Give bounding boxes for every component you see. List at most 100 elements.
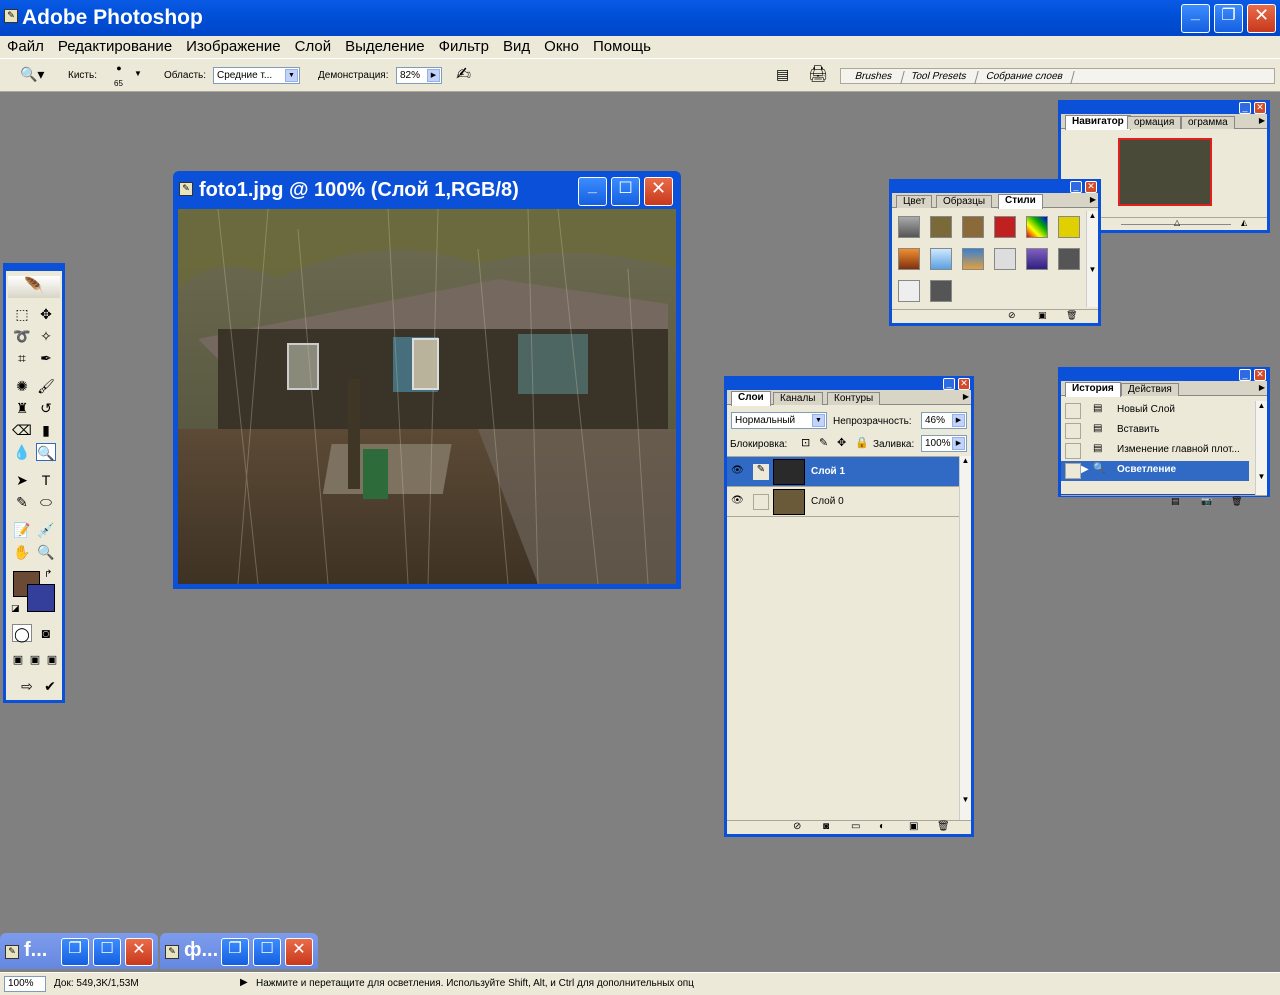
style-swatch[interactable]	[898, 280, 920, 302]
restore-button[interactable]: ❐	[61, 938, 89, 966]
trash-icon[interactable]: 🗑	[1066, 310, 1077, 321]
history-minimize-button[interactable]: _	[1239, 369, 1251, 381]
style-swatch[interactable]	[898, 248, 920, 270]
layer-row[interactable]: 👁 Слой 0	[727, 487, 959, 517]
snapshot-icon[interactable]: 📷	[1201, 496, 1212, 507]
close-button[interactable]: ✕	[285, 938, 313, 966]
navigator-preview[interactable]	[1118, 138, 1212, 206]
add-mask-icon[interactable]: ◙	[823, 821, 829, 832]
tab-histogram[interactable]: ограмма	[1181, 116, 1235, 129]
minimize-button[interactable]: _	[1181, 4, 1210, 33]
image-canvas[interactable]	[178, 209, 676, 584]
pen-tool-icon[interactable]: ✎	[12, 493, 32, 511]
palette-menu-icon[interactable]: ▶	[1259, 116, 1265, 125]
tab-paths[interactable]: Контуры	[827, 392, 881, 405]
zoom-in-icon[interactable]: ◭	[1241, 218, 1247, 227]
brush-picker[interactable]: ●	[112, 63, 126, 73]
magic-wand-icon[interactable]: ✧	[36, 327, 56, 345]
styles-minimize-button[interactable]: _	[1070, 181, 1082, 193]
history-item[interactable]: ▤ Изменение главной плот...	[1061, 441, 1249, 461]
file-browser-icon[interactable]: 🖨	[808, 64, 828, 84]
history-close-button[interactable]: ✕	[1254, 369, 1266, 381]
history-item[interactable]: ▶ 🔍 Осветление	[1061, 461, 1249, 481]
tab-color[interactable]: Цвет	[896, 195, 933, 208]
layer-name[interactable]: Слой 1	[811, 466, 845, 477]
history-brush-source[interactable]	[1065, 443, 1081, 459]
navigator-minimize-button[interactable]: _	[1239, 102, 1251, 114]
layers-minimize-button[interactable]: _	[943, 378, 955, 390]
document-icon[interactable]: ▤	[776, 66, 789, 83]
zoom-field[interactable]: 100%	[4, 976, 46, 992]
menu-layer[interactable]: Слой	[288, 36, 338, 55]
opacity-field[interactable]: 46% ▶	[921, 412, 967, 429]
link-box[interactable]	[753, 494, 769, 510]
tab-navigator[interactable]: Навигатор	[1065, 115, 1131, 130]
zoom-tool-icon[interactable]: 🔍	[36, 543, 56, 561]
no-style-icon[interactable]: ⊘	[1008, 310, 1016, 321]
style-swatch[interactable]	[1058, 216, 1080, 238]
history-brush-source[interactable]	[1065, 403, 1081, 419]
brush-link-icon[interactable]: ✎	[753, 464, 769, 480]
maximize-button[interactable]: ☐	[93, 938, 121, 966]
tab-channels[interactable]: Каналы	[773, 392, 823, 405]
type-tool-icon[interactable]: T	[36, 471, 56, 489]
airbrush-icon[interactable]: ✍	[456, 64, 471, 85]
style-swatch[interactable]	[930, 280, 952, 302]
styles-close-button[interactable]: ✕	[1085, 181, 1097, 193]
menu-view[interactable]: Вид	[496, 36, 537, 55]
minimized-window[interactable]: ✎ ф... ❐ ☐ ✕	[160, 933, 318, 969]
style-swatch[interactable]	[1026, 248, 1048, 270]
doc-maximize-button[interactable]: ☐	[611, 177, 640, 206]
eraser-tool-icon[interactable]: ⌫	[12, 421, 32, 439]
style-swatch[interactable]	[898, 216, 920, 238]
tab-layers[interactable]: Слои	[731, 391, 771, 406]
menu-file[interactable]: Файл	[0, 36, 51, 55]
hand-tool-icon[interactable]: ✋	[12, 543, 32, 561]
close-button[interactable]: ✕	[125, 938, 153, 966]
lock-image-icon[interactable]: ✎	[819, 436, 828, 449]
style-swatch[interactable]	[962, 248, 984, 270]
lock-transparency-icon[interactable]: ⊡	[801, 436, 810, 449]
slice-tool-icon[interactable]: ✒	[36, 349, 56, 367]
blur-tool-icon[interactable]: 💧	[12, 443, 32, 461]
doc-close-button[interactable]: ✕	[644, 177, 673, 206]
close-button[interactable]: ✕	[1247, 4, 1276, 33]
layer-row[interactable]: 👁 ✎ Слой 1	[727, 457, 959, 487]
brush-dropdown-arrow[interactable]: ▼	[134, 69, 142, 78]
menu-help[interactable]: Помощь	[586, 36, 658, 55]
dodge-tool-icon[interactable]: 🔍	[36, 443, 56, 461]
adjustment-layer-icon[interactable]: ◐	[879, 821, 885, 832]
history-scrollbar[interactable]: ▲ ▼	[1255, 401, 1267, 495]
tool-preset-picker[interactable]: 🔍▾	[20, 66, 44, 83]
gradient-tool-icon[interactable]: ▮	[36, 421, 56, 439]
status-menu-arrow-icon[interactable]: ▶	[240, 977, 248, 988]
new-layer-icon[interactable]: ▣	[909, 821, 918, 832]
history-brush-source[interactable]	[1065, 423, 1081, 439]
tab-swatches[interactable]: Образцы	[936, 195, 993, 208]
well-tab-brushes[interactable]: Brushes	[843, 71, 905, 84]
swap-colors-icon[interactable]: ↱	[44, 569, 52, 580]
menu-window[interactable]: Окно	[537, 36, 586, 55]
history-item[interactable]: ▤ Вставить	[1061, 421, 1249, 441]
feather-logo[interactable]: 🪶	[8, 276, 60, 298]
healing-brush-icon[interactable]: ✺	[12, 377, 32, 395]
well-tab-tool-presets[interactable]: Tool Presets	[899, 71, 979, 84]
layers-close-button[interactable]: ✕	[958, 378, 970, 390]
doc-minimize-button[interactable]: _	[578, 177, 607, 206]
tab-actions[interactable]: Действия	[1121, 383, 1179, 396]
style-swatch[interactable]	[994, 216, 1016, 238]
styles-scrollbar[interactable]: ▲ ▼	[1086, 211, 1098, 307]
standard-mode-icon[interactable]: ◯	[12, 624, 32, 642]
new-group-icon[interactable]: ▭	[851, 821, 860, 832]
quick-mask-icon[interactable]: ◙	[36, 624, 56, 642]
imageready-check-icon[interactable]: ✔	[40, 677, 60, 695]
history-brush-icon[interactable]: ↺	[36, 399, 56, 417]
blend-mode-select[interactable]: Нормальный ▼	[731, 412, 827, 429]
area-select[interactable]: Средние т... ▼	[213, 67, 300, 84]
minimized-window[interactable]: ✎ f... ❐ ☐ ✕	[0, 933, 158, 969]
layer-style-icon[interactable]: ⊘	[793, 821, 801, 832]
crop-tool-icon[interactable]: ⌗	[12, 349, 32, 367]
eyedropper-icon[interactable]: 💉	[36, 521, 56, 539]
history-brush-source[interactable]	[1065, 463, 1081, 479]
zoom-slider-thumb[interactable]: △	[1174, 218, 1180, 227]
